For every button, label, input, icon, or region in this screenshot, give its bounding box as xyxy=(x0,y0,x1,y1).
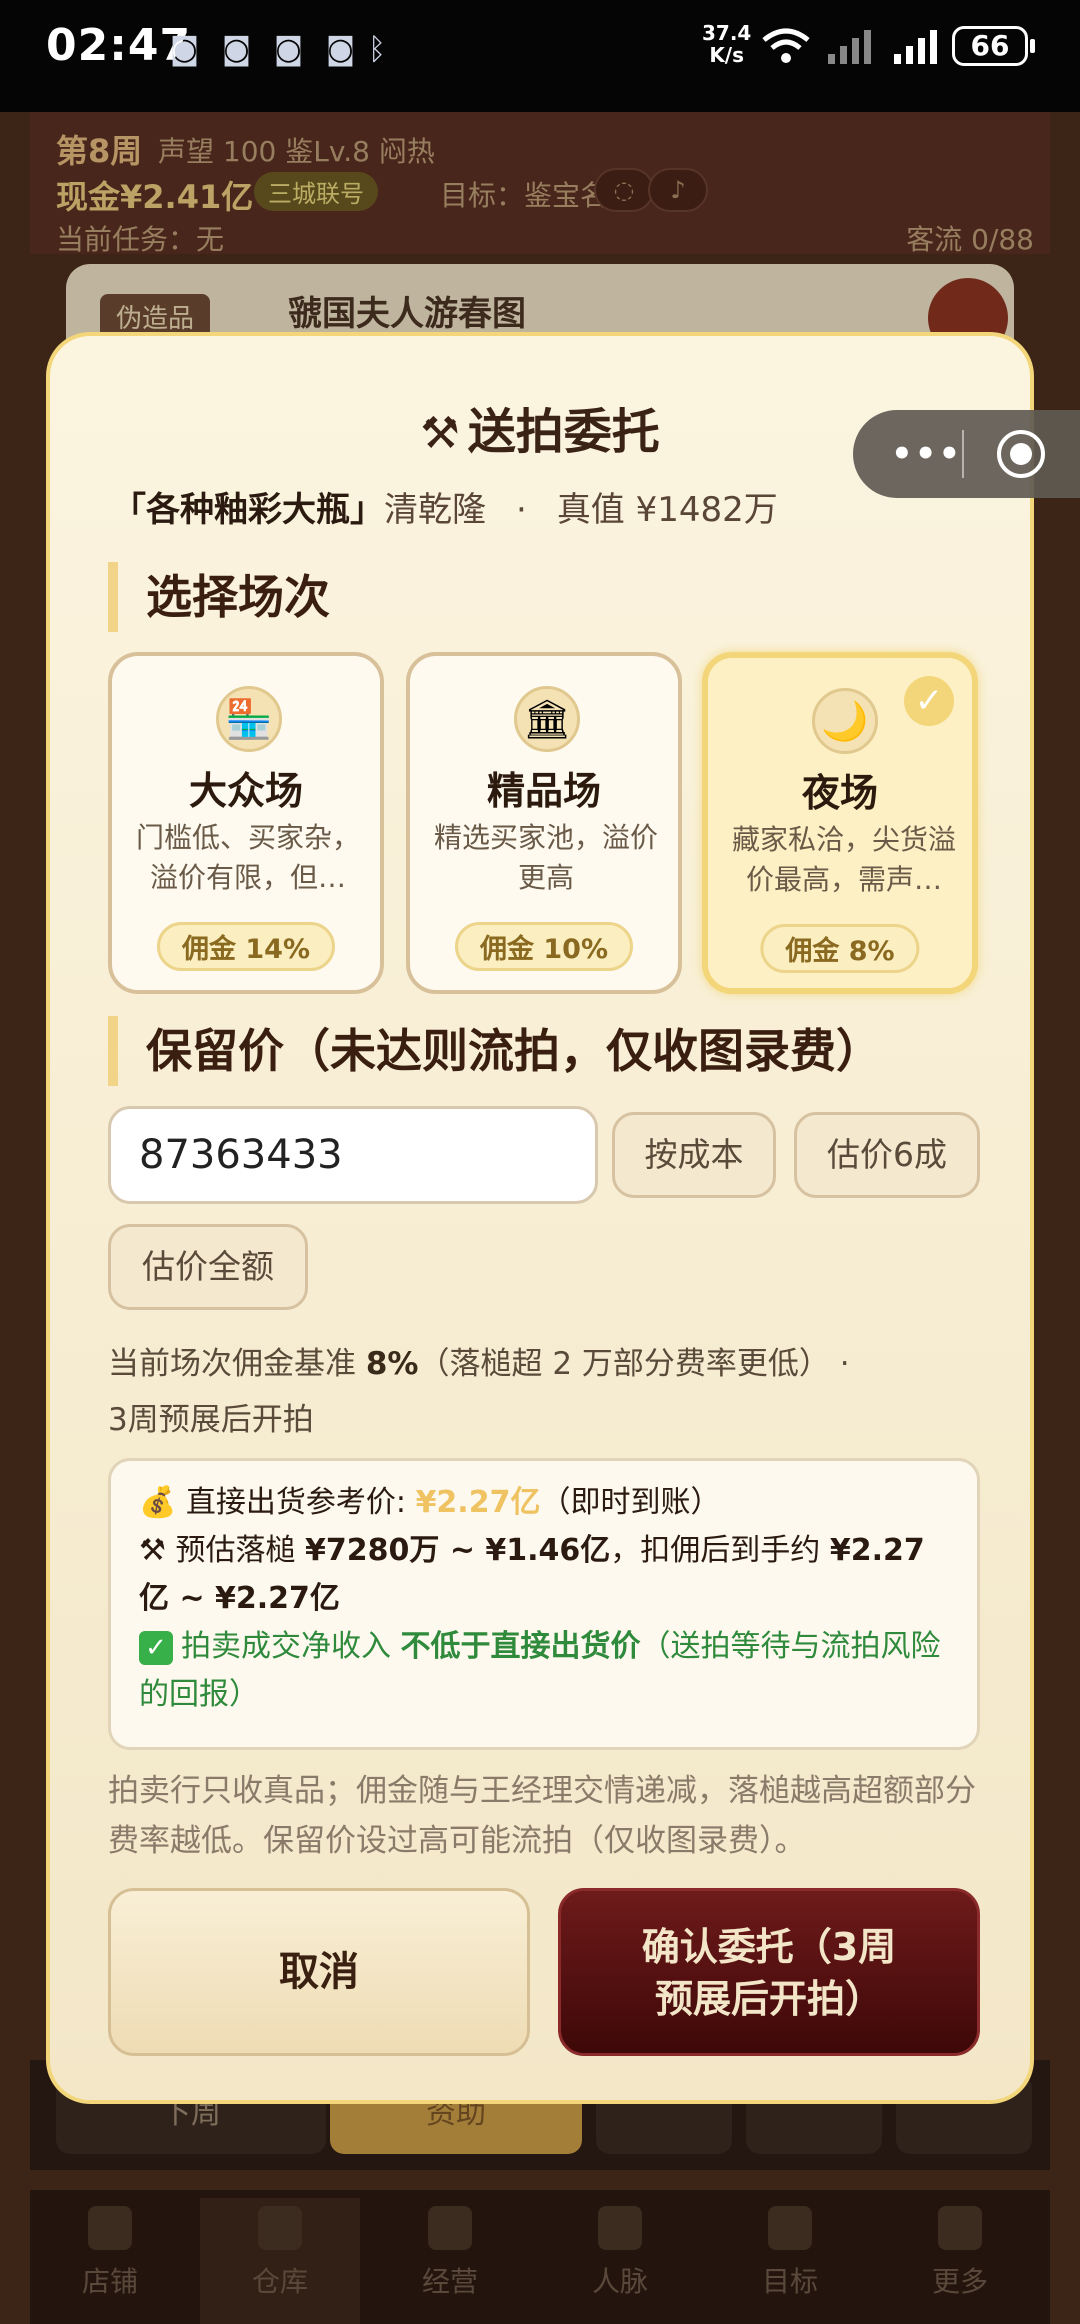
cancel-button[interactable]: 取消 xyxy=(108,1888,530,2056)
checkbox-icon: ✓ xyxy=(139,1630,173,1665)
status-bar: 02:47 ◙ ◙ ◙ ◙ ᛒ 37.4 K/s 66 xyxy=(0,0,1080,112)
more-menu-icon[interactable]: ••• xyxy=(891,434,962,474)
sixty-percent-button[interactable]: 估价6成 xyxy=(794,1112,980,1198)
commission-badge: 佣金 14% xyxy=(156,922,336,971)
commission-note: 当前场次佣金基准 8%（落槌超 2 万部分费率更低） · 3周预展后开拍 xyxy=(108,1346,850,1438)
estimate-info-box: 💰 直接出货参考价: ¥2.27亿（即时到账） ⚒ 预估落槌 ¥7280万 ~ … xyxy=(108,1458,980,1750)
reserve-price-input[interactable] xyxy=(108,1106,598,1204)
estimate-line: ⚒ 预估落槌 ¥7280万 ~ ¥1.46亿，扣佣后到手约 ¥2.27亿 ~ ¥… xyxy=(139,1533,925,1616)
capsule-divider xyxy=(962,430,964,478)
notification-icon: ◙ xyxy=(222,32,252,67)
notification-icon: ◙ xyxy=(326,32,356,67)
signal-icon xyxy=(894,30,937,64)
item-value: 真值 ¥1482万 xyxy=(556,490,778,530)
venue-card-premium[interactable]: 🏛 精品场 精选买家池，溢价更高 佣金 10% xyxy=(406,652,682,994)
reserve-section-title: 保留价（未达则流拍，仅收图录费） xyxy=(108,1016,882,1086)
notification-icon: ◙ xyxy=(170,32,200,67)
commission-badge: 佣金 10% xyxy=(454,922,634,971)
venue-card-public[interactable]: 🏪 大众场 门槛低、买家杂，溢价有限，但… 佣金 14% xyxy=(108,652,384,994)
venue-section-title: 选择场次 xyxy=(108,562,330,632)
moon-icon: 🌙 xyxy=(812,688,878,754)
rules-footnote: 拍卖行只收真品；佣金随与王经理交情递减，落槌越高超额部分费率越低。保留价设过高可… xyxy=(108,1773,976,1859)
commission-badge: 佣金 8% xyxy=(760,924,920,973)
bluetooth-icon: ᛒ xyxy=(368,32,386,67)
full-estimate-button[interactable]: 估价全额 xyxy=(108,1224,308,1310)
signal-icon xyxy=(828,30,871,64)
item-era: 清乾隆 xyxy=(384,490,486,530)
net-speed: 37.4 K/s xyxy=(702,21,752,67)
consign-auction-dialog: ⚒ 送拍委托 「各种釉彩大瓶」清乾隆 · 真值 ¥1482万 选择场次 🏪 大众场 门… xyxy=(46,332,1034,2104)
check-icon: ✓ xyxy=(904,676,954,726)
hammer-icon: ⚒ xyxy=(139,1533,166,1568)
wifi-icon xyxy=(762,28,810,63)
battery-icon: 66 xyxy=(952,26,1035,66)
direct-sale-line: 💰 直接出货参考价: ¥2.27亿（即时到账） xyxy=(139,1485,721,1520)
item-name: 「各种釉彩大瓶」 xyxy=(112,490,384,530)
venue-card-night[interactable]: ✓ 🌙 夜场 藏家私洽，尖货溢价最高，需声… 佣金 8% xyxy=(702,652,978,994)
notification-icon: ◙ xyxy=(274,32,304,67)
item-summary: 「各种釉彩大瓶」清乾隆 · 真值 ¥1482万 xyxy=(112,490,778,530)
hammer-icon: ⚒ xyxy=(420,408,460,459)
money-bag-icon: 💰 xyxy=(139,1485,177,1520)
miniprogram-capsule: ••• xyxy=(853,410,1080,498)
close-miniprogram-icon[interactable] xyxy=(997,430,1045,478)
museum-icon: 🏛 xyxy=(514,686,580,752)
net-income-line: ✓ 拍卖成交净收入 不低于直接出货价（送拍等待与流拍风险的回报） xyxy=(139,1629,941,1712)
confirm-consign-button[interactable]: 确认委托（3周 预展后开拍） xyxy=(558,1888,980,2056)
cost-price-button[interactable]: 按成本 xyxy=(612,1112,776,1198)
shop-icon: 🏪 xyxy=(216,686,282,752)
